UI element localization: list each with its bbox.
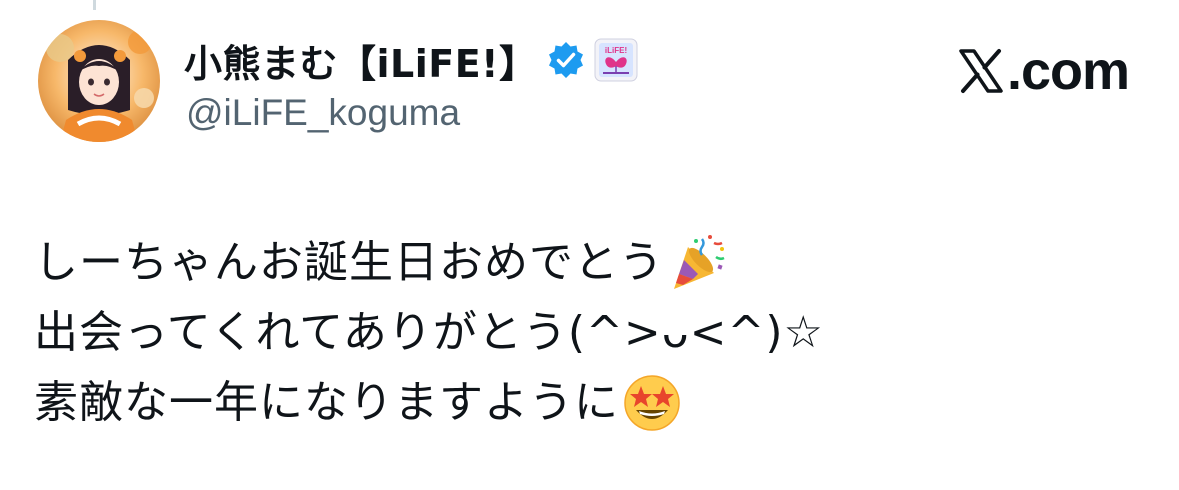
tweet-line-text: しーちゃんお誕生日おめでとう bbox=[34, 237, 664, 288]
tweet-line-text: 出会ってくれてありがとう(^>ᴗ<^)☆ bbox=[34, 307, 825, 358]
thread-connector bbox=[93, 0, 96, 10]
avatar[interactable] bbox=[38, 20, 160, 142]
brand-watermark: .com bbox=[957, 41, 1130, 101]
verified-badge-icon bbox=[546, 40, 586, 80]
affiliate-badge-icon[interactable]: iLiFE! bbox=[594, 38, 638, 82]
svg-text:iLiFE!: iLiFE! bbox=[604, 46, 626, 55]
tweet-line-text: 素敵な一年になりますように bbox=[34, 377, 619, 428]
tweet-line: 素敵な一年になりますように bbox=[34, 368, 1154, 438]
party-popper-icon bbox=[668, 233, 728, 293]
star-struck-icon bbox=[623, 374, 681, 432]
author-handle[interactable]: @iLiFE_koguma bbox=[186, 92, 460, 134]
brand-domain-text: .com bbox=[1006, 41, 1130, 101]
author-name-row: 小熊まむ【iLiFE!】 iLiFE! bbox=[184, 36, 638, 86]
tweet-line: 出会ってくれてありがとう(^>ᴗ<^)☆ bbox=[34, 298, 1154, 368]
display-name[interactable]: 小熊まむ【iLiFE!】 bbox=[184, 33, 538, 88]
tweet-line: しーちゃんお誕生日おめでとう bbox=[34, 228, 1154, 298]
x-logo-icon bbox=[957, 47, 1005, 95]
tweet-text: しーちゃんお誕生日おめでとう 出会ってくれてありがとう(^>ᴗ<^)☆ 素敵な一… bbox=[34, 228, 1154, 438]
